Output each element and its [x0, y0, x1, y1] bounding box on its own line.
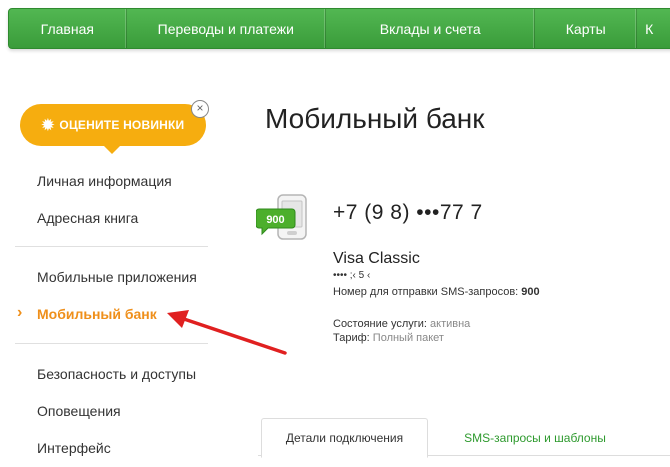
- sidebar-item-personal-info[interactable]: Личная информация: [37, 173, 172, 189]
- nav-cards[interactable]: Карты: [535, 9, 638, 48]
- annotation-arrow-icon: [167, 310, 287, 355]
- nav-home[interactable]: Главная: [9, 9, 127, 48]
- chevron-right-icon: ›: [17, 304, 23, 321]
- page-title: Мобильный банк: [265, 103, 485, 134]
- promo-pointer: [103, 145, 121, 154]
- service-status-line: Состояние услуги: активна: [333, 318, 470, 330]
- tab-connection-details[interactable]: Детали подключения: [261, 418, 428, 458]
- sidebar-item-interface[interactable]: Интерфейс: [37, 440, 111, 456]
- sms-number-line: Номер для отправки SMS-запросов: 900: [333, 286, 540, 298]
- sms-number-label: Номер для отправки SMS-запросов:: [333, 286, 519, 298]
- tariff-line: Тариф: Полный пакет: [333, 332, 444, 344]
- close-icon[interactable]: ×: [191, 100, 209, 118]
- tariff-value: Полный пакет: [372, 332, 444, 344]
- status-value: активна: [430, 318, 471, 330]
- tab-sms-requests-templates[interactable]: SMS-запросы и шаблоны: [440, 418, 630, 458]
- icon-badge-text: 900: [266, 214, 284, 226]
- sidebar-item-address-book[interactable]: Адресная книга: [37, 210, 138, 226]
- top-navigation: Главная Переводы и платежи Вклады и счет…: [8, 8, 670, 49]
- nav-more[interactable]: К: [637, 9, 670, 48]
- tariff-label: Тариф:: [333, 332, 370, 344]
- sidebar-divider: [15, 246, 208, 247]
- phone-number: +7 (9 8) •••77 7: [333, 201, 483, 224]
- promo-label: ОЦЕНИТЕ НОВИНКИ: [59, 118, 185, 132]
- mobile-phone-icon: 900: [256, 194, 307, 240]
- sidebar-item-mobile-apps[interactable]: Мобильные приложения: [37, 269, 197, 285]
- sidebar-item-mobile-bank[interactable]: Мобильный банк: [37, 306, 157, 322]
- card-number-masked: •••• ;‹ 5 ‹: [333, 270, 371, 281]
- card-name: Visa Classic: [333, 250, 420, 267]
- sidebar-item-security[interactable]: Безопасность и доступы: [37, 366, 196, 382]
- gear-icon: ✹: [41, 117, 55, 134]
- sms-number-value: 900: [521, 286, 540, 298]
- nav-deposits-accounts[interactable]: Вклады и счета: [326, 9, 536, 48]
- sidebar-item-notifications[interactable]: Оповещения: [37, 403, 121, 419]
- status-label: Состояние услуги:: [333, 318, 427, 330]
- nav-transfers-payments[interactable]: Переводы и платежи: [127, 9, 327, 48]
- rate-new-features-button[interactable]: ✹ ОЦЕНИТЕ НОВИНКИ: [20, 104, 206, 146]
